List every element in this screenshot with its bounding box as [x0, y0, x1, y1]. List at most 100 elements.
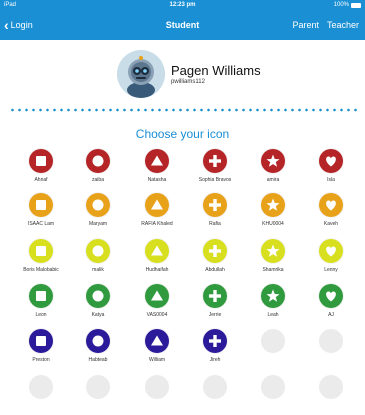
avatar — [117, 50, 165, 98]
star-icon[interactable] — [261, 149, 285, 173]
nav-actions: Parent Teacher — [292, 20, 359, 30]
status-bar: iPad 12:23 pm 100% — [0, 0, 365, 12]
plus-icon[interactable] — [203, 149, 227, 173]
empty-slot — [13, 375, 69, 399]
triangle-icon[interactable] — [145, 149, 169, 173]
student-icon-item[interactable]: Habteab — [70, 329, 126, 363]
student-name-label: Kaveh — [323, 221, 339, 227]
student-name-label: Shamrika — [262, 267, 284, 273]
plus-icon[interactable] — [203, 329, 227, 353]
circle-icon[interactable] — [86, 329, 110, 353]
student-name-label: Preston — [32, 357, 50, 363]
circle-icon[interactable] — [86, 284, 110, 308]
star-icon[interactable] — [261, 284, 285, 308]
student-icon-item[interactable]: KHU0004 — [245, 193, 301, 227]
student-icon-item[interactable]: Hudhaifah — [129, 239, 185, 273]
empty-slot-circle — [203, 375, 227, 399]
student-icon-item[interactable]: Katya — [70, 284, 126, 318]
student-name-label: Boris Malobabic — [23, 267, 59, 273]
student-icon-item[interactable]: ISAAC Lam — [13, 193, 69, 227]
student-icon-item[interactable]: Kaveh — [303, 193, 359, 227]
plus-icon[interactable] — [203, 239, 227, 263]
student-icon-item[interactable]: William — [129, 329, 185, 363]
student-name-label: Natasha — [147, 177, 167, 183]
student-name-label: Katya — [91, 312, 105, 318]
parent-button[interactable]: Parent — [292, 20, 319, 30]
empty-slot-circle — [261, 329, 285, 353]
battery-icon — [351, 2, 361, 8]
student-icon-item[interactable]: AJ — [303, 284, 359, 318]
student-name-label: Maryam — [88, 221, 108, 227]
student-name-label: Lenny — [324, 267, 338, 273]
student-name-label: Jerrie — [208, 312, 222, 318]
student-icon-item[interactable]: zaiba — [70, 149, 126, 183]
empty-slot — [129, 375, 185, 399]
student-name-label: Leon — [35, 312, 47, 318]
student-name-label: Hudhaifah — [145, 267, 169, 273]
empty-slot-circle — [261, 375, 285, 399]
student-icon-item[interactable]: Leon — [13, 284, 69, 318]
square-icon[interactable] — [29, 149, 53, 173]
plus-icon[interactable] — [203, 193, 227, 217]
student-icon-item[interactable]: Leah — [245, 284, 301, 318]
triangle-icon[interactable] — [145, 193, 169, 217]
student-icon-item[interactable]: Preston — [13, 329, 69, 363]
triangle-icon[interactable] — [145, 239, 169, 263]
student-icon-item[interactable]: Shamrika — [245, 239, 301, 273]
student-icon-item[interactable]: Boris Malobabic — [13, 239, 69, 273]
triangle-icon[interactable] — [145, 329, 169, 353]
square-icon[interactable] — [29, 329, 53, 353]
student-name-label: Jireh — [209, 357, 221, 363]
plus-icon[interactable] — [203, 284, 227, 308]
heart-icon[interactable] — [319, 284, 343, 308]
student-icon-item[interactable]: Rafia — [187, 193, 243, 227]
star-icon[interactable] — [261, 239, 285, 263]
battery-percent: 100% — [333, 2, 349, 8]
empty-slot-circle — [86, 375, 110, 399]
student-icon-item[interactable]: Isla — [303, 149, 359, 183]
student-name-label: AJ — [328, 312, 334, 318]
student-icon-item[interactable]: Jerrie — [187, 284, 243, 318]
student-name-label: RAFIA Khaled — [141, 221, 173, 227]
student-icon-item[interactable]: amira — [245, 149, 301, 183]
choose-icon-heading: Choose your icon — [135, 127, 230, 141]
student-name-label: ISAAC Lam — [27, 221, 55, 227]
student-icon-item[interactable]: Jireh — [187, 329, 243, 363]
student-name-label: Leah — [267, 312, 279, 318]
student-name-label: Isla — [327, 177, 335, 183]
empty-slot — [245, 329, 301, 353]
status-time: 12:23 pm — [169, 2, 196, 8]
student-icon-item[interactable]: Abdullah — [187, 239, 243, 273]
square-icon[interactable] — [29, 193, 53, 217]
empty-slot-circle — [145, 375, 169, 399]
student-name-label: zaiba — [92, 177, 104, 183]
student-icon-item[interactable]: Ahnaf — [13, 149, 69, 183]
heart-icon[interactable] — [319, 149, 343, 173]
triangle-icon[interactable] — [145, 284, 169, 308]
student-name-label: malik — [92, 267, 104, 273]
student-icon-item[interactable]: VAS0004 — [129, 284, 185, 318]
teacher-button[interactable]: Teacher — [327, 20, 359, 30]
student-icon-item[interactable]: Maryam — [70, 193, 126, 227]
student-icon-item[interactable]: malik — [70, 239, 126, 273]
student-icon-item[interactable]: Sophia Bravos — [187, 149, 243, 183]
empty-slot — [187, 375, 243, 399]
student-name-label: VAS0004 — [146, 312, 168, 318]
circle-icon[interactable] — [86, 239, 110, 263]
empty-slot — [303, 375, 359, 399]
empty-slot-circle — [29, 375, 53, 399]
student-name: Pagen Williams — [171, 63, 261, 78]
student-icon-item[interactable]: Natasha — [129, 149, 185, 183]
heart-icon[interactable] — [319, 239, 343, 263]
star-icon[interactable] — [261, 193, 285, 217]
student-profile: Pagen Williams pwilliams112 — [117, 50, 261, 98]
student-icon-item[interactable]: Lenny — [303, 239, 359, 273]
circle-icon[interactable] — [86, 149, 110, 173]
empty-slot — [70, 375, 126, 399]
square-icon[interactable] — [29, 239, 53, 263]
student-name-label: William — [148, 357, 166, 363]
square-icon[interactable] — [29, 284, 53, 308]
student-icon-item[interactable]: RAFIA Khaled — [129, 193, 185, 227]
heart-icon[interactable] — [319, 193, 343, 217]
circle-icon[interactable] — [86, 193, 110, 217]
